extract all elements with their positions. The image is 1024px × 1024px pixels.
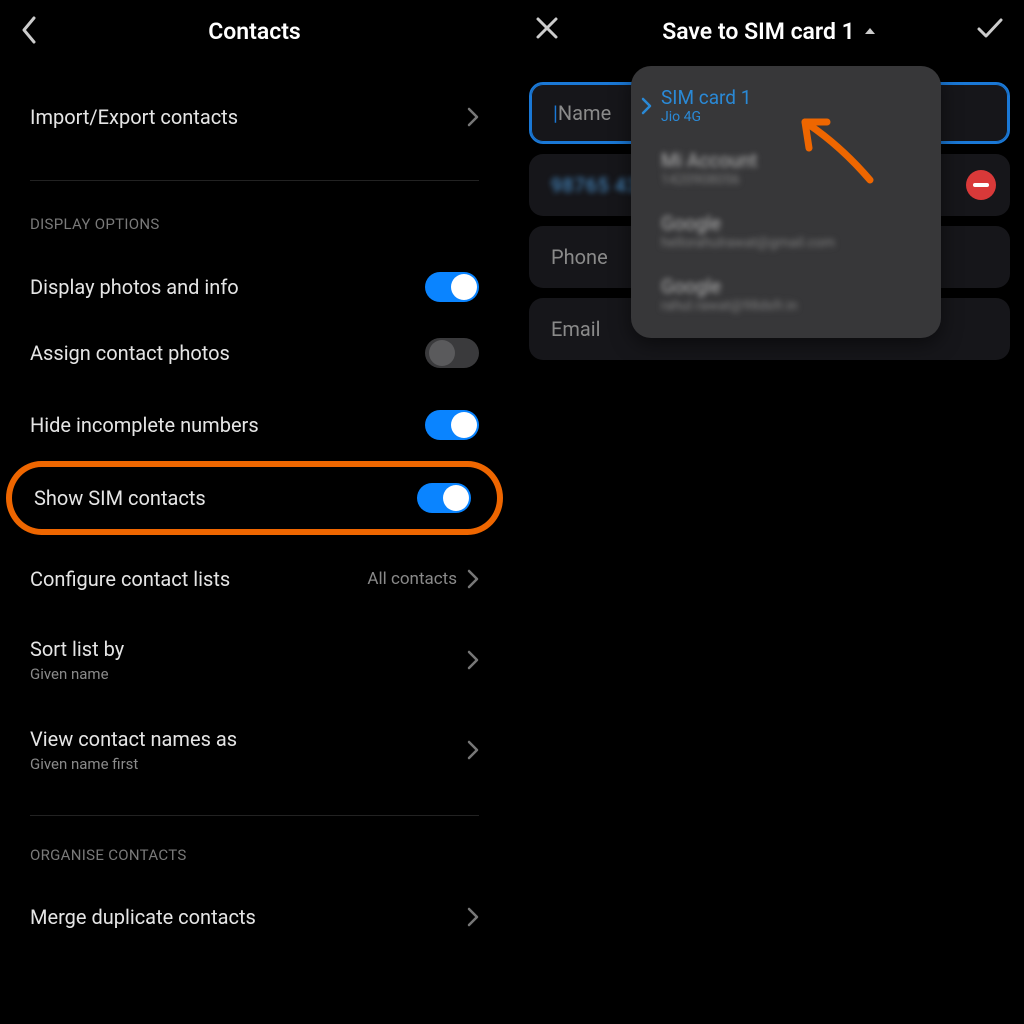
confirm-icon[interactable]	[976, 16, 1004, 40]
phone-placeholder: Phone	[551, 245, 608, 269]
remove-number-icon[interactable]	[966, 170, 996, 200]
import-export-label: Import/Export contacts	[30, 105, 238, 129]
header: Save to SIM card 1	[515, 0, 1024, 62]
dropdown-item-sub: 1420908056	[661, 172, 923, 188]
dropdown-item-sim1[interactable]: SIM card 1 Jio 4G	[631, 74, 941, 137]
assign-photos-label: Assign contact photos	[30, 341, 230, 365]
close-icon[interactable]	[535, 16, 559, 40]
save-destination-title: Save to SIM card 1	[662, 18, 855, 45]
contacts-settings-screen: Contacts Import/Export contacts DISPLAY …	[0, 0, 512, 1024]
dropdown-item-sub: Jio 4G	[661, 109, 923, 125]
chevron-right-icon	[467, 907, 479, 927]
chevron-right-icon	[467, 569, 479, 589]
chevron-right-icon	[467, 740, 479, 760]
chevron-right-icon	[641, 97, 661, 115]
dropdown-item-google1[interactable]: · Google hellorahulrawat@gmail.com	[631, 200, 941, 263]
configure-lists-label: Configure contact lists	[30, 567, 230, 591]
view-names-as-value: Given name first	[30, 755, 237, 773]
back-icon[interactable]	[20, 16, 38, 44]
show-sim-label: Show SIM contacts	[34, 486, 206, 510]
caret-up-icon	[863, 26, 877, 36]
hide-incomplete-row[interactable]: Hide incomplete numbers	[0, 389, 509, 461]
view-names-as-row[interactable]: View contact names as Given name first	[0, 717, 509, 783]
merge-duplicates-label: Merge duplicate contacts	[30, 905, 256, 929]
merge-duplicates-row[interactable]: Merge duplicate contacts	[0, 888, 509, 946]
dropdown-item-miaccount[interactable]: · Mi Account 1420908056	[631, 137, 941, 200]
dropdown-item-sub: hellorahulrawat@gmail.com	[661, 235, 923, 251]
import-export-row[interactable]: Import/Export contacts	[0, 88, 509, 146]
assign-photos-row[interactable]: Assign contact photos	[0, 317, 509, 389]
dropdown-item-title: SIM card 1	[661, 86, 923, 109]
save-destination-menu: SIM card 1 Jio 4G · Mi Account 142090805…	[631, 66, 941, 338]
view-names-as-label: View contact names as	[30, 727, 237, 751]
email-placeholder: Email	[551, 317, 601, 341]
save-destination-dropdown[interactable]: Save to SIM card 1	[662, 18, 877, 45]
dropdown-item-title: Google	[661, 275, 923, 298]
dropdown-item-title: Mi Account	[661, 149, 923, 172]
show-sim-toggle[interactable]	[417, 483, 471, 513]
name-placeholder: Name	[558, 101, 611, 125]
dropdown-item-sub: rahul.rawat@98dsfr.in	[661, 298, 923, 314]
page-title: Contacts	[208, 18, 301, 45]
section-organise-contacts: ORGANISE CONTACTS	[0, 846, 509, 864]
hide-incomplete-toggle[interactable]	[425, 410, 479, 440]
dropdown-item-title: Google	[661, 212, 923, 235]
sort-by-label: Sort list by	[30, 637, 124, 661]
display-photos-label: Display photos and info	[30, 275, 239, 299]
chevron-right-icon	[467, 650, 479, 670]
hide-incomplete-label: Hide incomplete numbers	[30, 413, 259, 437]
dropdown-item-google2[interactable]: · Google rahul.rawat@98dsfr.in	[631, 263, 941, 326]
sort-by-row[interactable]: Sort list by Given name	[0, 627, 509, 693]
display-photos-toggle[interactable]	[425, 272, 479, 302]
configure-lists-value: All contacts	[367, 569, 457, 589]
save-contact-screen: Save to SIM card 1 |Name 98765 43 Phone …	[512, 0, 1024, 1024]
show-sim-row[interactable]: Show SIM contacts	[6, 461, 503, 535]
chevron-right-icon	[467, 107, 479, 127]
header: Contacts	[0, 0, 509, 62]
configure-lists-row[interactable]: Configure contact lists All contacts	[0, 549, 509, 609]
sort-by-value: Given name	[30, 665, 124, 683]
assign-photos-toggle[interactable]	[425, 338, 479, 368]
section-display-options: DISPLAY OPTIONS	[0, 215, 509, 233]
number-value: 98765 43	[551, 174, 638, 197]
display-photos-row[interactable]: Display photos and info	[0, 257, 509, 317]
